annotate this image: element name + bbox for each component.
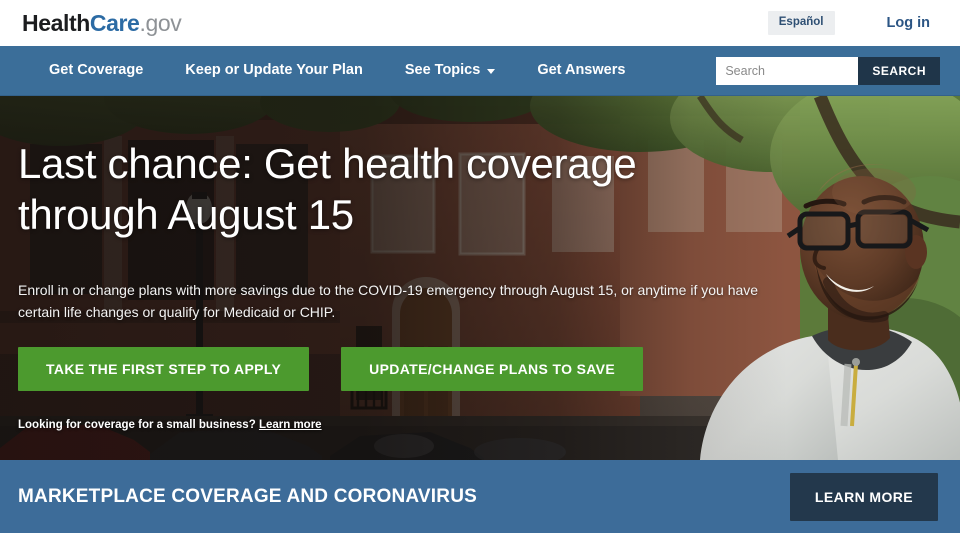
login-link[interactable]: Log in — [887, 15, 939, 31]
site-search: SEARCH — [716, 56, 940, 85]
banner-learn-more-button[interactable]: LEARN MORE — [789, 472, 938, 521]
nav-item-get-answers[interactable]: Get Answers — [516, 63, 646, 78]
update-change-plans-to-save-button[interactable]: UPDATE/CHANGE PLANS TO SAVE — [341, 346, 644, 391]
hero-title: Last chance: Get health coverage through… — [18, 140, 637, 239]
nav-item-label: Get Answers — [537, 62, 626, 79]
nav-item-keep-or-update-your-plan[interactable]: Keep or Update Your Plan — [164, 63, 384, 78]
hero-section: Last chance: Get health coverage through… — [0, 96, 960, 460]
logo-gov-text: .gov — [139, 9, 182, 36]
logo-care-text: Care — [89, 9, 140, 36]
site-logo[interactable]: HealthCare.gov — [22, 9, 182, 36]
top-utility-actions: Español Log in — [767, 11, 939, 35]
nav-item-label: See Topics — [404, 62, 481, 79]
hero-content: Last chance: Get health coverage through… — [18, 138, 808, 431]
take-first-step-to-apply-button[interactable]: TAKE THE FIRST STEP TO APPLY — [18, 346, 310, 391]
small-business-note: Looking for coverage for a small busines… — [18, 419, 808, 431]
hero-cta-group: TAKE THE FIRST STEP TO APPLY UPDATE/CHAN… — [18, 346, 808, 391]
nav-item-list: Get Coverage Keep or Update Your Plan Se… — [28, 63, 646, 78]
logo-health-text: Health — [22, 9, 90, 36]
coronavirus-banner: MARKETPLACE COVERAGE AND CORONAVIRUS LEA… — [0, 460, 960, 533]
primary-navigation-bar: Get Coverage Keep or Update Your Plan Se… — [0, 46, 960, 96]
nav-item-see-topics[interactable]: See Topics — [384, 63, 516, 78]
search-button[interactable]: SEARCH — [858, 56, 940, 85]
hero-subtitle: Enroll in or change plans with more savi… — [18, 282, 759, 321]
top-utility-bar: HealthCare.gov Español Log in — [0, 0, 960, 46]
small-business-text: Looking for coverage for a small busines… — [18, 418, 256, 431]
nav-item-label: Get Coverage — [49, 62, 144, 79]
banner-title: MARKETPLACE COVERAGE AND CORONAVIRUS — [18, 486, 477, 507]
espanol-button[interactable]: Español — [767, 11, 835, 35]
search-input[interactable] — [716, 56, 859, 85]
nav-item-get-coverage[interactable]: Get Coverage — [28, 63, 164, 78]
healthcare-gov-homepage: HealthCare.gov Español Log in Get Covera… — [0, 0, 960, 533]
nav-item-label: Keep or Update Your Plan — [185, 62, 363, 79]
chevron-down-icon — [487, 69, 496, 74]
small-business-learn-more-link[interactable]: Learn more — [259, 419, 322, 431]
